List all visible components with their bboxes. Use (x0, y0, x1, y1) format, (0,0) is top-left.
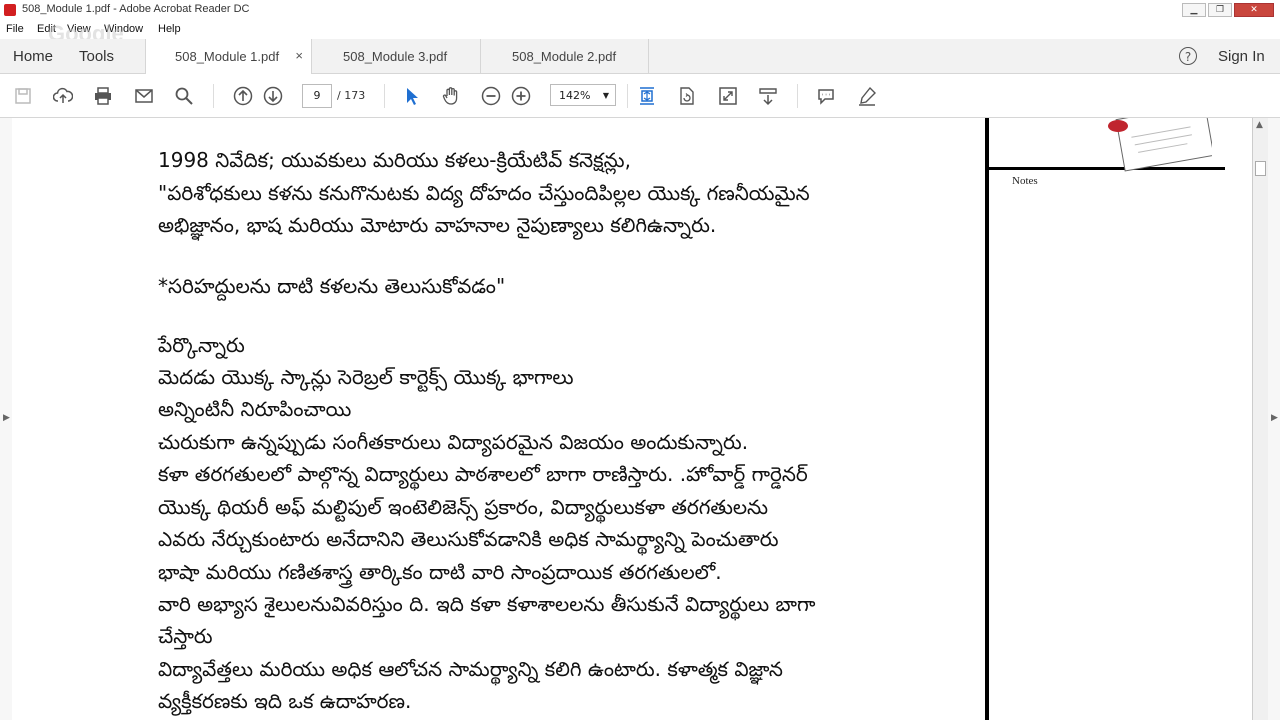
zoom-select[interactable]: 142% ▼ (550, 84, 616, 106)
text-line: మెదడు యొక్క స్కాన్లు సెరెబ్రల్ కార్టెక్స… (158, 365, 574, 389)
vertical-scrollbar[interactable]: ▲ (1252, 118, 1269, 720)
text-line: వ్యక్తీకరణకు ఇది ఒక ఉదాహరణ. (158, 689, 412, 713)
prev-page-icon[interactable] (232, 85, 254, 107)
tab-module-2[interactable]: 508_Module 2.pdf (481, 39, 648, 73)
menu-help[interactable]: Help (158, 23, 181, 35)
sign-in-link[interactable]: Sign In (1218, 48, 1265, 65)
notes-label: Notes (1012, 175, 1038, 187)
toolbar: 9 / 173 142% ▼ (0, 74, 1280, 118)
tab-label: 508_Module 3.pdf (343, 49, 448, 64)
page-number-input[interactable]: 9 (302, 84, 332, 108)
zoom-value: 142% (559, 89, 591, 102)
text-line: ఎవరు నేర్చుకుంటారు అనేదానిని తెలుసుకోవడా… (158, 527, 779, 551)
menu-bar: File Edit View Window Help (0, 20, 1280, 39)
text-line: "పరిశోధకులు కళను కనుగొనుటకు విద్య దోహదం … (158, 181, 810, 205)
text-line: 1998 నివేదిక; యువకులు మరియు కళలు-క్రియేట… (158, 148, 631, 172)
text-line: అభిజ్ఞానం, భాష మరియు మోటారు వాహనాల నైపుణ… (158, 213, 717, 237)
tab-module-3[interactable]: 508_Module 3.pdf (313, 39, 480, 73)
fullscreen-icon[interactable] (717, 85, 739, 107)
notepad-illustration (1108, 118, 1212, 172)
fit-page-icon[interactable] (636, 85, 658, 107)
toolbar-divider (213, 84, 214, 108)
zoom-out-icon[interactable] (480, 85, 502, 107)
text-line: అన్నింటినీ నిరూపించాయి (158, 397, 352, 421)
menu-window[interactable]: Window (104, 23, 143, 35)
tab-label: 508_Module 2.pdf (512, 49, 617, 64)
comment-icon[interactable] (815, 85, 837, 107)
expand-left-icon: ▶ (3, 413, 10, 423)
print-icon[interactable] (92, 85, 114, 107)
text-line: చేస్తారు (158, 624, 213, 648)
scroll-mode-icon[interactable] (757, 85, 779, 107)
close-window-button[interactable]: ✕ (1234, 3, 1274, 17)
nav-home[interactable]: Home (13, 48, 53, 65)
text-line: భాషా మరియు గణితశాస్త్ర తార్కికం దాటి వార… (158, 560, 722, 584)
scroll-up-icon[interactable]: ▲ (1256, 120, 1263, 130)
text-line: కళా తరగతులలో పాల్గొన్న విద్యార్థులు పాఠశ… (158, 462, 808, 486)
toolbar-divider (384, 84, 385, 108)
next-page-icon[interactable] (262, 85, 284, 107)
text-line: పేర్కొన్నారు (158, 333, 245, 357)
tab-module-1[interactable]: 508_Module 1.pdf × (145, 39, 312, 74)
rotate-icon[interactable] (676, 85, 698, 107)
toolbar-divider (627, 84, 628, 108)
window-title: 508_Module 1.pdf - Adobe Acrobat Reader … (22, 3, 250, 15)
toolbar-divider (797, 84, 798, 108)
highlight-pen-icon[interactable] (856, 85, 878, 107)
maximize-button[interactable]: ❐ (1208, 3, 1232, 17)
page-total: / 173 (337, 89, 366, 102)
chevron-down-icon: ▼ (602, 91, 609, 100)
upload-icon[interactable] (52, 85, 74, 107)
tab-bar: Home Tools 508_Module 1.pdf × 508_Module… (0, 39, 1280, 74)
text-line: విద్యావేత్తలు మరియు అధిక ఆలోచన సామర్థ్యా… (158, 657, 783, 681)
email-icon[interactable] (133, 85, 155, 107)
text-line: *సరిహద్దులను దాటి కళలను తెలుసుకోవడం" (158, 274, 506, 298)
text-line: చురుకుగా ఉన్నప్పుడు సంగీతకారులు విద్యాపర… (158, 430, 749, 454)
menu-file[interactable]: File (6, 23, 24, 35)
text-line: యొక్క థియరీ అఫ్ మల్టిపుల్ ఇంటెలిజెన్స్ ప… (158, 495, 769, 519)
minimize-button[interactable]: ▁ (1182, 3, 1206, 17)
acrobat-app-icon (4, 4, 16, 16)
window-controls: ▁ ❐ ✕ (1182, 3, 1274, 17)
menu-view[interactable]: View (67, 23, 91, 35)
title-bar: 508_Module 1.pdf - Adobe Acrobat Reader … (0, 0, 1280, 21)
text-line: వారి అభ్యాస శైలులనువివరిస్తుం ది. ఇది కళ… (158, 592, 816, 616)
expand-right-icon: ▶ (1271, 413, 1278, 423)
search-icon[interactable] (173, 85, 195, 107)
help-icon[interactable]: ? (1179, 47, 1197, 65)
nav-tools[interactable]: Tools (79, 48, 114, 65)
hand-tool-icon[interactable] (440, 85, 462, 107)
pdf-page: 1998 నివేదిక; యువకులు మరియు కళలు-క్రియేట… (12, 118, 1252, 720)
right-panel-toggle[interactable]: ▶ (1268, 118, 1280, 720)
select-cursor-icon[interactable] (400, 85, 422, 107)
tab-label: 508_Module 1.pdf (175, 49, 280, 64)
scrollbar-thumb[interactable] (1255, 161, 1266, 176)
menu-edit[interactable]: Edit (37, 23, 56, 35)
tab-divider (648, 39, 649, 73)
close-tab-icon[interactable]: × (295, 48, 303, 63)
save-icon[interactable] (12, 85, 34, 107)
zoom-in-icon[interactable] (510, 85, 532, 107)
margin-rule (985, 118, 989, 720)
